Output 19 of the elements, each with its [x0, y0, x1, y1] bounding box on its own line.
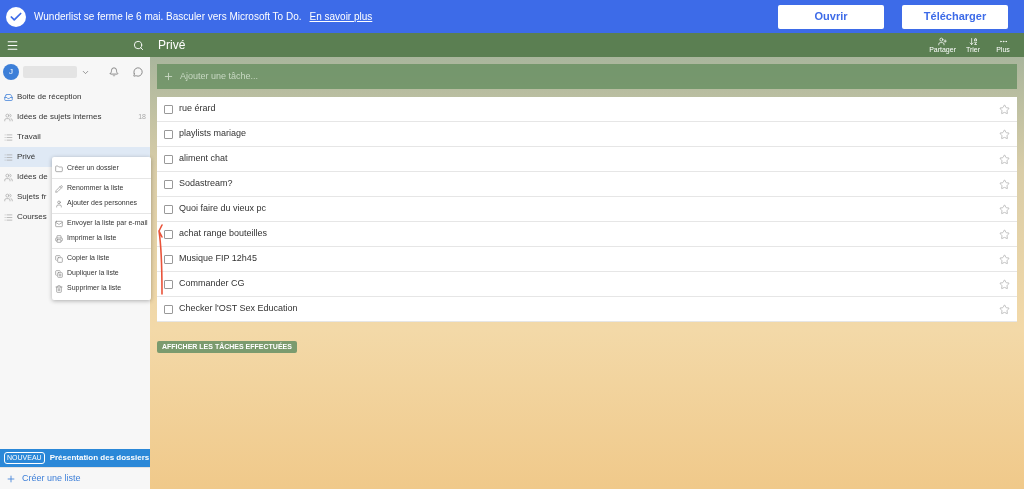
list-name: Idées de — [17, 171, 48, 183]
task-title: Musique FIP 12h45 — [179, 252, 257, 266]
list-name: Idées de sujets internes — [17, 111, 102, 123]
list-name: Courses — [17, 211, 47, 223]
list-name: Boite de réception — [17, 91, 82, 103]
task-title: Quoi faire du vieux pc — [179, 202, 267, 216]
task-title: Commander CG — [179, 277, 245, 291]
list-title: Privé — [158, 37, 186, 54]
task-title: aliment chat — [179, 152, 228, 166]
task-title: Sodastream? — [179, 177, 233, 191]
list-name: Sujets fr — [17, 191, 47, 203]
task-title: playlists mariage — [179, 127, 247, 141]
list-name: Privé — [17, 151, 36, 163]
promo-text: Présentation des dossiers — [49, 452, 150, 464]
task-title: Checker l'OST Sex Education — [179, 302, 298, 316]
task-title: achat range bouteilles — [179, 227, 268, 241]
banner-text: Wunderlist se ferme le 6 mai. Basculer vers Microsoft To Do. — [34, 10, 302, 24]
task-title: rue érard — [179, 102, 216, 116]
list-name: Travail — [17, 131, 41, 143]
